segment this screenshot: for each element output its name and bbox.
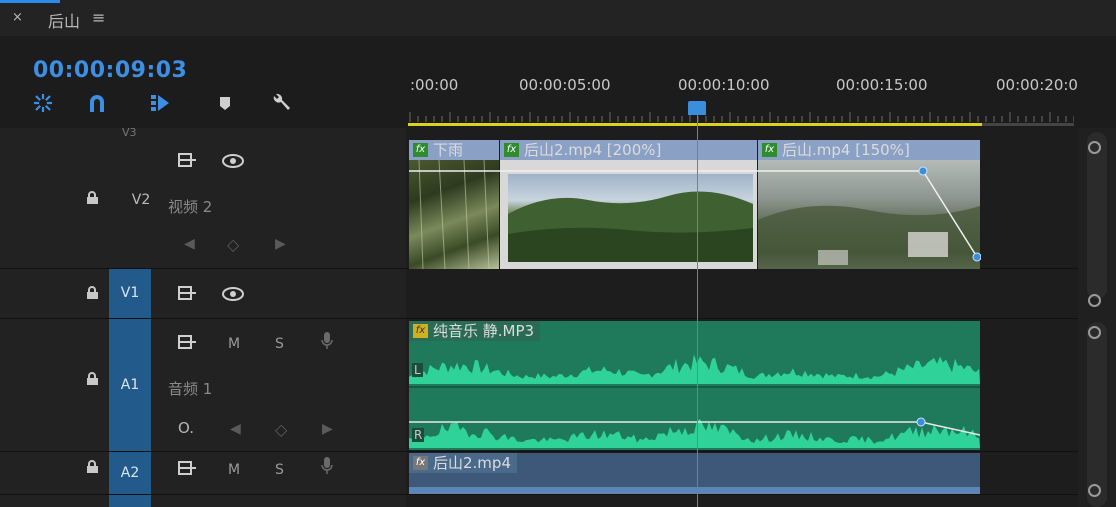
sequence-tab-title[interactable]: 后山 — [48, 8, 80, 32]
sync-lock-icon[interactable] — [178, 334, 198, 350]
left-channel-label: L — [412, 363, 423, 377]
fx-badge: fx — [413, 456, 428, 470]
solo-button[interactable]: S — [275, 462, 284, 478]
playhead-line[interactable] — [697, 106, 698, 507]
sync-lock-icon[interactable] — [178, 152, 198, 168]
audio-clip[interactable]: fx 纯音乐 静.MP3 L R — [409, 321, 980, 450]
track-target-a2[interactable]: A2 — [109, 452, 151, 494]
mute-button[interactable]: M — [228, 336, 240, 352]
wrench-icon[interactable] — [270, 92, 292, 114]
panel-menu-button[interactable]: ≡ — [92, 8, 105, 27]
ruler-label: :00:00 — [410, 76, 459, 94]
track-divider — [0, 451, 1078, 452]
clip-label: fx 后山2.mp4 — [409, 453, 517, 473]
sync-lock-icon[interactable] — [178, 460, 198, 476]
track-target-next[interactable] — [109, 495, 151, 507]
eye-icon[interactable] — [222, 154, 244, 168]
add-keyframe-icon[interactable]: ◇ — [275, 420, 287, 439]
ruler-label: 00:00:20:0 — [996, 76, 1078, 94]
eye-icon[interactable] — [222, 287, 244, 301]
right-channel-label: R — [412, 428, 425, 442]
lock-icon[interactable] — [86, 372, 99, 386]
track-divider — [0, 318, 1078, 319]
track-name-a1[interactable]: 音频 1 — [168, 378, 212, 399]
lock-icon[interactable] — [86, 191, 99, 205]
microphone-icon[interactable] — [320, 456, 334, 476]
ruler-label: 00:00:05:00 — [519, 76, 611, 94]
scrollbar-handle-bottom[interactable] — [1088, 484, 1101, 497]
close-tab-button[interactable]: × — [12, 10, 23, 25]
prev-keyframe-icon[interactable]: ◀ — [184, 236, 195, 252]
track-target-v2[interactable]: V2 — [122, 193, 160, 207]
scrollbar-handle-top[interactable] — [1088, 141, 1101, 154]
microphone-icon[interactable] — [320, 331, 334, 351]
magnet-icon[interactable] — [86, 92, 108, 114]
scrollbar-handle-top[interactable] — [1088, 326, 1101, 339]
next-keyframe-icon[interactable]: ▶ — [322, 421, 333, 437]
marker-icon[interactable] — [214, 92, 236, 114]
audio-clip[interactable]: fx 后山2.mp4 — [409, 453, 980, 494]
volume-keyframe-dropdown-icon[interactable]: O. — [178, 419, 194, 437]
lock-icon[interactable] — [86, 286, 99, 300]
prev-keyframe-icon[interactable]: ◀ — [230, 421, 241, 437]
active-tab-indicator — [0, 0, 60, 3]
sync-lock-icon[interactable] — [178, 285, 198, 301]
solo-button[interactable]: S — [275, 336, 284, 352]
ruler-label: 00:00:15:00 — [836, 76, 928, 94]
track-name-v2[interactable]: 视频 2 — [168, 196, 212, 217]
ruler-label: 00:00:10:00 — [678, 76, 770, 94]
track-label-v3: V3 — [122, 126, 137, 139]
panel-tab-bar — [0, 0, 1116, 36]
track-divider — [0, 494, 1078, 495]
mute-button[interactable]: M — [228, 462, 240, 478]
playhead-handle[interactable] — [688, 101, 706, 115]
lock-icon[interactable] — [86, 460, 99, 474]
opacity-rubber-band[interactable] — [409, 140, 981, 269]
add-keyframe-icon[interactable]: ◇ — [227, 235, 239, 254]
track-target-a1[interactable]: A1 — [109, 319, 151, 451]
scrollbar-handle-bottom[interactable] — [1088, 294, 1101, 307]
audio-scrollbar[interactable] — [1087, 322, 1107, 507]
snap-link-icon[interactable] — [32, 92, 54, 114]
work-area-remainder — [982, 123, 1074, 126]
work-area-bar[interactable] — [408, 123, 982, 126]
next-keyframe-icon[interactable]: ▶ — [275, 236, 286, 252]
add-marker-edit-icon[interactable] — [149, 92, 171, 114]
video-scrollbar[interactable] — [1087, 132, 1107, 299]
playhead-timecode[interactable]: 00:00:09:03 — [33, 58, 187, 83]
track-target-v1[interactable]: V1 — [109, 269, 151, 318]
